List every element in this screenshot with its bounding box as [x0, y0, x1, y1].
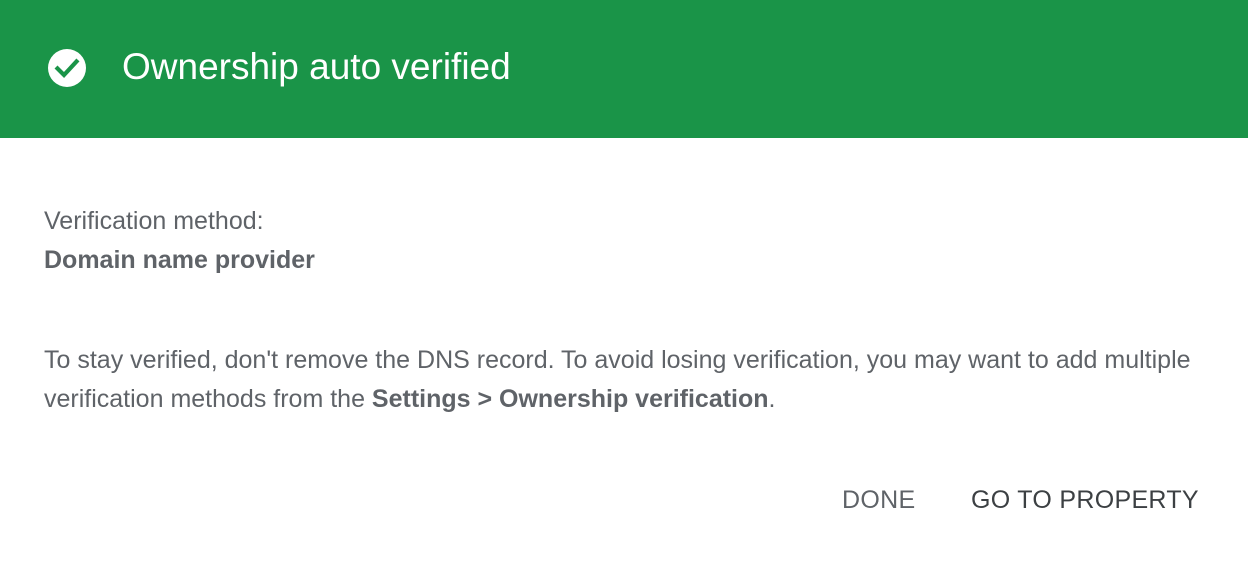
dialog-header: Ownership auto verified	[0, 0, 1248, 138]
settings-path-text: Settings > Ownership verification	[371, 385, 769, 413]
check-circle-icon	[48, 49, 86, 87]
verification-method-label: Verification method:	[44, 207, 264, 235]
dialog-title: Ownership auto verified	[122, 46, 511, 87]
verification-info-text: To stay verified, don't remove the DNS r…	[44, 341, 1214, 419]
info-text-end: .	[768, 385, 776, 413]
verification-dialog: Ownership auto verified Verification met…	[0, 0, 1248, 562]
done-button[interactable]: DONE	[834, 476, 923, 524]
verification-method-value: Domain name provider	[44, 246, 315, 274]
go-to-property-button[interactable]: GO TO PROPERTY	[963, 476, 1207, 524]
